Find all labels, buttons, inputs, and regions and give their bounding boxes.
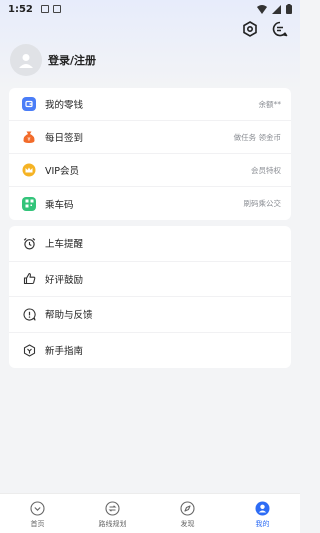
signal-icon [272,4,281,14]
user-placeholder-icon [19,54,33,68]
menu-value: 做任务 领金币 [233,132,281,142]
menu-label: 新手指南 [45,346,84,358]
gallery-notification-icon [40,5,49,13]
tab-label: 发现 [180,519,195,528]
app-notification-icon [52,5,61,13]
tab-label: 我的 [255,519,270,528]
qr-code-icon [22,196,36,211]
menu-label: 好评鼓励 [45,274,84,286]
general-menu-card: 上车提醒 好评鼓励 帮助与反馈 新手指南 [9,226,291,368]
menu-item-boarding-reminder[interactable]: 上车提醒 [9,226,291,262]
wallet-services-card: 我的零钱 余额** ¥ 每日签到 做任务 领金币 VIP会员 会员特权 乘车码 … [9,88,291,220]
menu-label: 上车提醒 [45,239,84,251]
tab-mine[interactable]: 我的 [225,494,300,533]
settings-button[interactable] [240,19,260,39]
menu-item-help-feedback[interactable]: 帮助与反馈 [9,297,291,333]
wifi-icon [257,4,267,14]
profile-login[interactable]: 登录/注册 [10,44,96,76]
crown-icon [22,163,36,177]
menu-label: 我的零钱 [45,100,84,111]
menu-label: 乘车码 [45,199,74,211]
bottom-tab-bar: 首页 路线规划 发现 我的 [0,493,300,533]
svg-text:¥: ¥ [27,137,30,143]
menu-value: 会员特权 [251,165,281,175]
user-icon [255,501,271,517]
menu-item-vip[interactable]: VIP会员 会员特权 [9,154,291,187]
route-icon [105,501,121,517]
menu-item-wallet[interactable]: 我的零钱 余额** [9,88,291,121]
status-bar: 1:52 [0,0,300,18]
status-time: 1:52 [8,3,33,15]
gear-icon [243,21,257,37]
wallet-icon [22,97,36,111]
menu-value: 刷码乘公交 [243,199,282,208]
compass-icon [180,501,196,517]
menu-item-beginner-guide[interactable]: 新手指南 [9,333,291,369]
menu-label: 每日签到 [45,133,84,144]
menu-value: 余额** [258,99,282,109]
menu-label: 帮助与反馈 [45,310,93,322]
tab-discover[interactable]: 发现 [150,494,225,533]
tab-home[interactable]: 首页 [0,494,75,533]
tab-route-planning[interactable]: 路线规划 [75,494,150,533]
alarm-clock-icon [22,236,36,250]
menu-item-ride-code[interactable]: 乘车码 刷码乘公交 [9,187,291,220]
menu-label: VIP会员 [45,166,80,177]
menu-item-rate-us[interactable]: 好评鼓励 [9,262,291,297]
battery-icon [286,4,292,14]
menu-item-daily-checkin[interactable]: ¥ 每日签到 做任务 领金币 [9,121,291,154]
login-register-link[interactable]: 登录/注册 [48,52,96,68]
tab-label: 路线规划 [98,519,127,528]
help-feedback-icon [22,307,36,321]
money-bag-icon: ¥ [22,130,36,144]
home-icon [30,501,46,517]
tab-label: 首页 [30,519,45,528]
avatar[interactable] [10,44,42,76]
chat-icon [272,21,288,37]
guide-icon [22,343,36,357]
thumbs-up-icon [22,272,36,286]
messages-button[interactable] [270,19,290,39]
